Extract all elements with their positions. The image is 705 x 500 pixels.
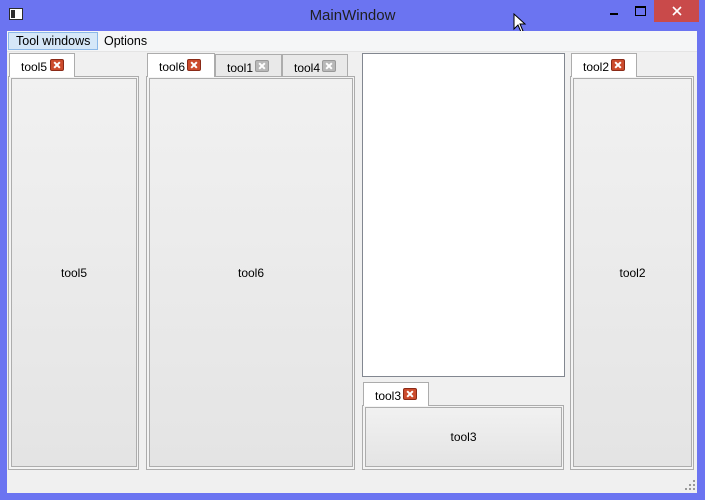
close-button[interactable] <box>654 0 699 22</box>
tab-tool4[interactable]: tool4 <box>282 54 348 77</box>
tool5-button[interactable]: tool5 <box>11 78 137 467</box>
tab-label: tool6 <box>159 60 186 74</box>
tab-label: tool4 <box>294 61 321 75</box>
tab-close-icon[interactable] <box>611 59 625 71</box>
tab-tool6[interactable]: tool6 <box>147 53 215 77</box>
tool6-button[interactable]: tool6 <box>149 78 353 467</box>
tab-close-icon[interactable] <box>255 60 269 72</box>
tab-label: tool2 <box>583 60 610 74</box>
tab-tool2[interactable]: tool2 <box>571 53 637 77</box>
tab-label: tool5 <box>21 60 48 74</box>
tab-label: tool1 <box>227 61 254 75</box>
tool2-button[interactable]: tool2 <box>573 78 692 467</box>
title-bar[interactable]: MainWindow <box>0 0 705 33</box>
tab-close-icon[interactable] <box>50 59 64 71</box>
menu-tool-windows[interactable]: Tool windows <box>8 32 99 50</box>
tab-tool1[interactable]: tool1 <box>215 54 282 77</box>
mouse-cursor-icon <box>513 13 527 33</box>
maximize-icon <box>634 6 646 16</box>
maximize-button[interactable] <box>627 0 653 22</box>
tab-tool3[interactable]: tool3 <box>363 382 429 406</box>
size-grip-icon[interactable] <box>685 480 695 490</box>
menu-options[interactable]: Options <box>97 32 154 50</box>
tab-close-icon[interactable] <box>403 388 417 400</box>
tool3-button[interactable]: tool3 <box>365 407 562 467</box>
minimize-button[interactable] <box>600 0 627 22</box>
minimize-icon <box>609 13 618 15</box>
menu-bar: Tool windows Options <box>7 31 697 52</box>
central-widget[interactable] <box>362 53 565 377</box>
tab-close-icon[interactable] <box>187 59 201 71</box>
close-icon <box>671 6 682 16</box>
tab-close-icon[interactable] <box>322 60 336 72</box>
tab-tool5[interactable]: tool5 <box>9 53 75 77</box>
tab-label: tool3 <box>375 389 402 403</box>
